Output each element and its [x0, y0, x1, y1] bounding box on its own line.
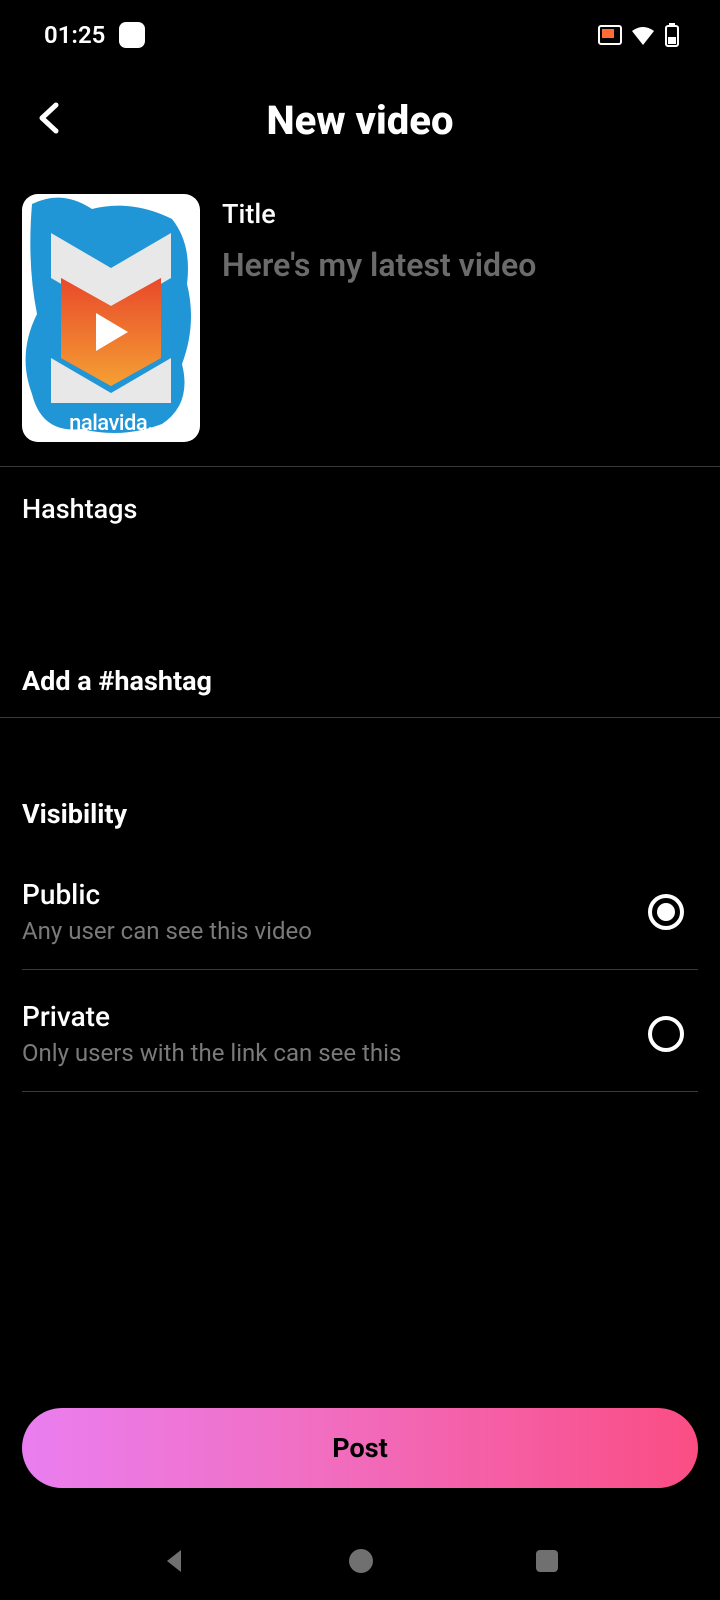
battery-icon: [664, 23, 680, 47]
hashtags-label: Hashtags: [22, 493, 698, 525]
chevron-left-icon: [36, 101, 62, 135]
nav-recent-icon[interactable]: [533, 1547, 561, 1575]
visibility-section: Visibility Public Any user can see this …: [0, 718, 720, 1092]
notification-icon: [119, 22, 145, 48]
hashtags-section: Hashtags Add a #hashtag: [0, 467, 720, 717]
status-bar: 01:25: [0, 0, 720, 70]
post-button[interactable]: Post: [22, 1408, 698, 1488]
visibility-private-desc: Only users with the link can see this: [22, 1039, 648, 1067]
back-button[interactable]: [36, 101, 62, 139]
nav-home-icon[interactable]: [346, 1546, 376, 1576]
visibility-public-label: Public: [22, 878, 648, 911]
thumbnail-watermark: nalavida.: [22, 411, 200, 436]
radio-selected-icon: [648, 894, 684, 930]
visibility-public-desc: Any user can see this video: [22, 917, 648, 945]
cast-icon: [598, 25, 622, 45]
title-label: Title: [222, 198, 698, 230]
visibility-title: Visibility: [22, 798, 698, 830]
title-section: nalavida. Title: [0, 170, 720, 466]
visibility-private-label: Private: [22, 1000, 648, 1033]
nav-back-icon[interactable]: [159, 1546, 189, 1576]
status-icons: [598, 23, 680, 47]
video-thumbnail[interactable]: nalavida.: [22, 194, 200, 442]
visibility-option-private[interactable]: Private Only users with the link can see…: [22, 970, 698, 1092]
add-hashtag-link[interactable]: Add a #hashtag: [22, 665, 698, 697]
wifi-icon: [630, 25, 656, 45]
title-input[interactable]: [222, 246, 698, 284]
header: New video: [0, 70, 720, 170]
radio-unselected-icon: [648, 1016, 684, 1052]
status-time: 01:25: [44, 21, 105, 49]
visibility-option-public[interactable]: Public Any user can see this video: [22, 860, 698, 970]
page-title: New video: [36, 97, 684, 144]
navigation-bar: [0, 1522, 720, 1600]
